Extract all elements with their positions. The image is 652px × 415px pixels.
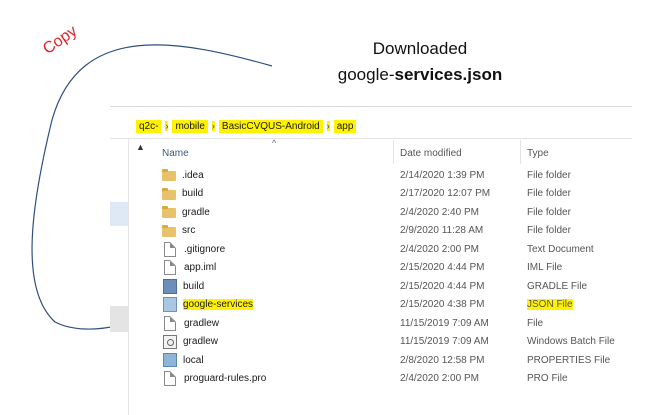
chevron-right-icon: ›	[165, 121, 169, 131]
folder-icon	[162, 224, 176, 237]
file-date: 2/15/2020 4:44 PM	[400, 262, 485, 274]
file-row-build-folder[interactable]: build 2/17/2020 12:07 PM File folder	[162, 185, 632, 204]
file-type: Windows Batch File	[527, 336, 615, 348]
folder-icon	[162, 187, 176, 200]
callout-line2: google-services.json	[310, 62, 530, 88]
file-row-local[interactable]: local 2/8/2020 12:58 PM PROPERTIES File	[162, 351, 632, 370]
file-type: File folder	[527, 188, 571, 200]
file-explorer-window: q2c- › mobile › BasicCVQUS-Android › app…	[110, 106, 632, 415]
chevron-right-icon: ›	[211, 121, 215, 131]
file-row-gradle-folder[interactable]: gradle 2/4/2020 2:40 PM File folder	[162, 203, 632, 222]
file-name: gradle	[182, 206, 210, 218]
callout-prefix: google-	[337, 65, 395, 84]
file-name: gradlew	[183, 336, 219, 348]
breadcrumb: q2c- › mobile › BasicCVQUS-Android › app	[136, 116, 357, 136]
text-file-icon	[164, 241, 176, 257]
file-row-app-iml[interactable]: app.iml 2/15/2020 4:44 PM IML File	[162, 259, 632, 278]
file-name: .idea	[182, 169, 204, 181]
file-date: 2/9/2020 11:28 AM	[400, 225, 484, 237]
file-type: PRO File	[527, 373, 568, 385]
callout-bold: services.json	[394, 65, 503, 84]
breadcrumb-item-app[interactable]: app	[333, 119, 357, 133]
file-type: Text Document	[527, 243, 594, 255]
file-name: build	[182, 188, 204, 200]
file-row-google-services[interactable]: google-services 2/15/2020 4:38 PM JSON F…	[162, 296, 632, 315]
file-row-gradlew-bat[interactable]: gradlew 11/15/2019 7:09 AM Windows Batch…	[162, 333, 632, 352]
file-date: 2/15/2020 4:38 PM	[400, 299, 485, 311]
file-type: File folder	[527, 206, 571, 218]
column-header-name[interactable]: Name	[162, 142, 189, 164]
file-type: GRADLE File	[527, 280, 588, 292]
chevron-right-icon: ›	[326, 121, 330, 131]
file-row-proguard[interactable]: proguard-rules.pro 2/4/2020 2:00 PM PRO …	[162, 370, 632, 389]
file-list: .idea 2/14/2020 1:39 PM File folder buil…	[162, 166, 632, 388]
column-separator[interactable]	[520, 140, 521, 164]
file-type: JSON File	[527, 299, 573, 311]
file-type: File folder	[527, 225, 571, 237]
nav-pane-hover	[110, 306, 128, 332]
file-name: src	[182, 225, 196, 237]
address-divider	[110, 138, 632, 139]
file-icon	[164, 315, 176, 331]
file-date: 11/15/2019 7:09 AM	[400, 336, 489, 348]
file-name: app.iml	[184, 262, 217, 274]
file-row-build-gradle[interactable]: build 2/15/2020 4:44 PM GRADLE File	[162, 277, 632, 296]
file-date: 2/14/2020 1:39 PM	[400, 169, 485, 181]
file-icon	[164, 260, 176, 276]
file-type: PROPERTIES File	[527, 354, 611, 366]
downloaded-callout: Downloaded google-services.json	[310, 36, 530, 88]
file-type: File folder	[527, 169, 571, 181]
sort-ascending-icon: ^	[272, 138, 277, 148]
scroll-up-icon[interactable]: ▲	[136, 142, 145, 152]
file-date: 11/15/2019 7:09 AM	[400, 317, 489, 329]
breadcrumb-item-basiccvqus-android[interactable]: BasicCVQUS-Android	[218, 119, 323, 133]
json-file-icon	[163, 297, 177, 313]
folder-icon	[162, 169, 176, 182]
nav-pane-selection	[110, 202, 128, 226]
folder-icon	[162, 206, 176, 219]
file-name: proguard-rules.pro	[184, 373, 267, 385]
file-name: build	[183, 280, 205, 292]
breadcrumb-item-mobile[interactable]: mobile	[172, 119, 208, 133]
file-date: 2/17/2020 12:07 PM	[400, 188, 491, 200]
column-header-type[interactable]: Type	[527, 142, 549, 164]
batch-file-icon	[163, 334, 177, 349]
copy-label: Copy	[40, 22, 81, 58]
file-row-src[interactable]: src 2/9/2020 11:28 AM File folder	[162, 222, 632, 241]
file-name: local	[183, 354, 204, 366]
navigation-pane[interactable]	[110, 139, 129, 415]
breadcrumb-item-q2c[interactable]: q2c-	[136, 119, 162, 133]
file-icon	[164, 371, 176, 387]
file-name: google-services	[183, 299, 254, 311]
column-separator[interactable]	[393, 140, 394, 164]
properties-file-icon	[163, 353, 177, 368]
file-name: gradlew	[184, 317, 220, 329]
file-date: 2/15/2020 4:44 PM	[400, 280, 485, 292]
file-row-gradlew[interactable]: gradlew 11/15/2019 7:09 AM File	[162, 314, 632, 333]
callout-line1: Downloaded	[372, 39, 468, 58]
column-header-date[interactable]: Date modified	[400, 142, 462, 164]
gradle-file-icon	[163, 278, 177, 294]
file-date: 2/4/2020 2:40 PM	[400, 206, 479, 218]
file-type: IML File	[527, 262, 563, 274]
file-name: .gitignore	[184, 243, 226, 255]
file-row-gitignore[interactable]: .gitignore 2/4/2020 2:00 PM Text Documen…	[162, 240, 632, 259]
file-type: File	[527, 317, 544, 329]
file-date: 2/4/2020 2:00 PM	[400, 243, 479, 255]
file-date: 2/8/2020 12:58 PM	[400, 354, 485, 366]
column-headers: ^ Name Date modified Type	[162, 138, 632, 164]
file-row-idea[interactable]: .idea 2/14/2020 1:39 PM File folder	[162, 166, 632, 185]
file-date: 2/4/2020 2:00 PM	[400, 373, 479, 385]
